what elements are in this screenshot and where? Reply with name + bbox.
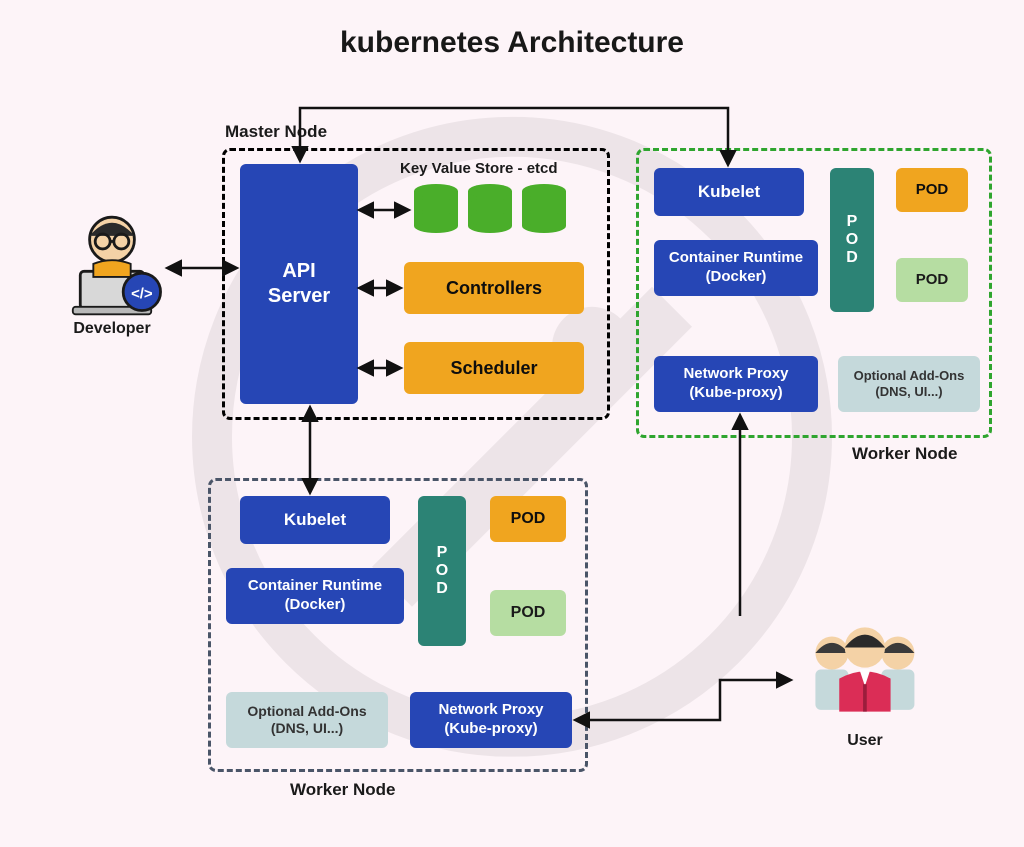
worker-b-addons: Optional Add-Ons (DNS, UI...) [838,356,980,412]
worker-a-runtime: Container Runtime (Docker) [226,568,404,624]
worker-a-kubelet: Kubelet [240,496,390,544]
worker-b-runtime: Container Runtime (Docker) [654,240,818,296]
master-node-label: Master Node [225,122,327,142]
etcd-db-icons [414,184,566,240]
database-icon [468,184,512,240]
worker-b-pod-vertical: POD [830,168,874,312]
worker-node-b-label: Worker Node [852,444,958,464]
controllers-box: Controllers [404,262,584,314]
user-label: User [830,732,900,750]
developer-label: Developer [60,320,164,338]
worker-a-pod1: POD [490,496,566,542]
worker-b-kubelet: Kubelet [654,168,804,216]
worker-a-pod-vertical: POD [418,496,466,646]
svg-text:</>: </> [131,285,153,302]
user-icon [794,620,934,730]
worker-b-pod1: POD [896,168,968,212]
worker-node-a-label: Worker Node [290,780,396,800]
worker-b-proxy: Network Proxy (Kube-proxy) [654,356,818,412]
worker-a-pod2: POD [490,590,566,636]
developer-icon: </> [56,206,168,318]
database-icon [414,184,458,240]
worker-a-proxy: Network Proxy (Kube-proxy) [410,692,572,748]
scheduler-box: Scheduler [404,342,584,394]
api-server-box: API Server [240,164,358,404]
worker-b-pod2: POD [896,258,968,302]
etcd-label: Key Value Store - etcd [400,160,558,177]
worker-a-addons: Optional Add-Ons (DNS, UI...) [226,692,388,748]
database-icon [522,184,566,240]
